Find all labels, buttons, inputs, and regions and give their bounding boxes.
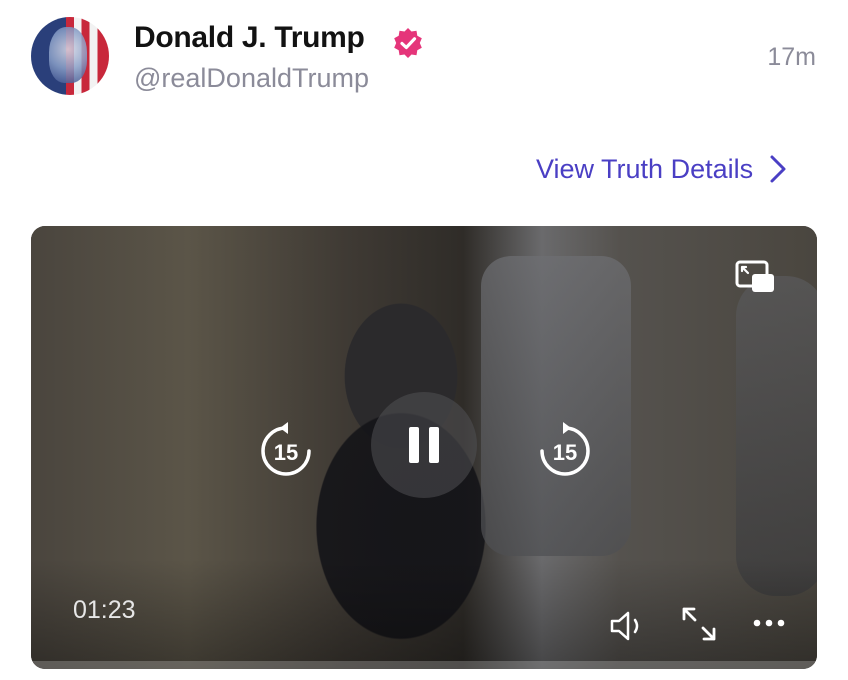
view-truth-details-link[interactable]: View Truth Details [536,151,789,187]
replay-15-icon: 15 [261,422,311,476]
replay-15-button[interactable]: 15 [255,420,317,482]
author-display-name[interactable]: Donald J. Trump [134,21,365,55]
forward-15-icon: 15 [540,422,590,476]
forward-seconds-label: 15 [553,440,577,465]
pause-button[interactable] [371,392,477,498]
post-timestamp: 17m [767,43,816,71]
avatar-portrait [49,27,87,83]
verified-badge-icon [394,28,422,58]
volume-icon[interactable] [608,608,648,644]
video-progress-bar[interactable] [31,661,817,669]
view-truth-details-label: View Truth Details [536,153,754,184]
pause-icon [409,427,439,463]
expand-icon[interactable] [679,604,719,644]
author-handle[interactable]: @realDonaldTrump [134,63,369,94]
pip-icon[interactable] [734,258,778,298]
video-frame-window [481,256,631,556]
video-frame-window [736,276,817,596]
chevron-right-icon [770,155,786,183]
forward-15-button[interactable]: 15 [534,420,596,482]
more-icon[interactable] [749,611,789,635]
avatar[interactable] [31,17,109,95]
video-current-time: 01:23 [73,596,136,624]
replay-seconds-label: 15 [274,440,298,465]
video-player[interactable]: 15 15 01:23 [31,226,817,669]
